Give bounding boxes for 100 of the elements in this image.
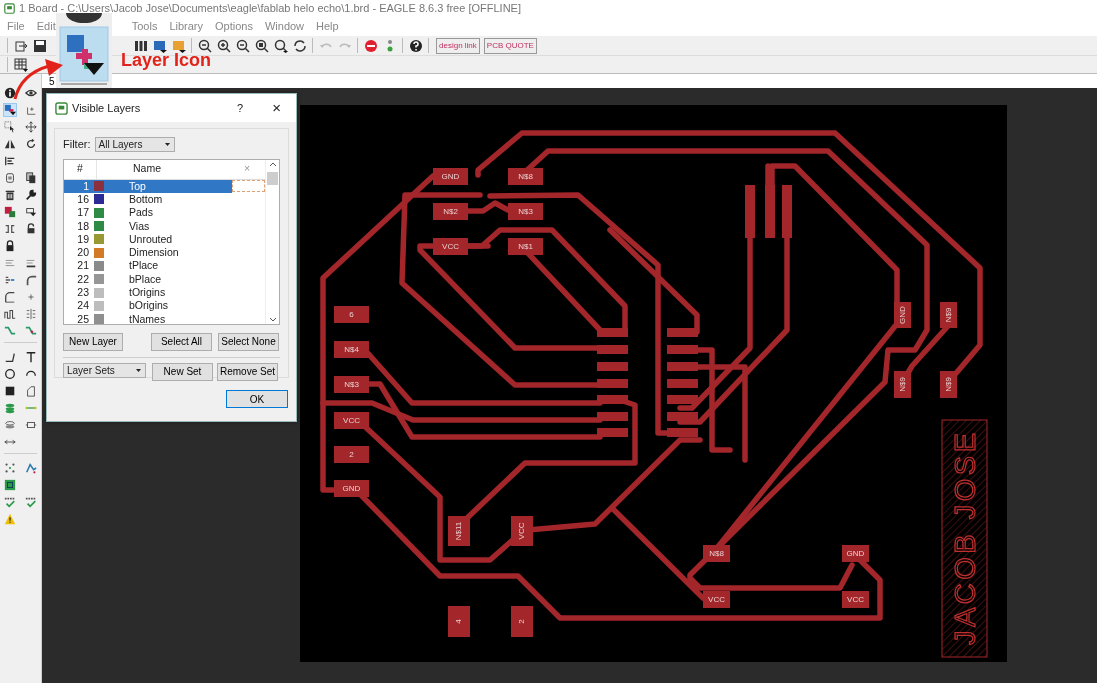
- erc-check-icon[interactable]: [24, 495, 37, 508]
- pad-label: VCC: [517, 522, 526, 540]
- zoom-fit-icon[interactable]: [197, 38, 212, 53]
- layer-row[interactable]: 21 tPlace: [64, 259, 265, 273]
- menu-item[interactable]: Help: [313, 18, 342, 35]
- info-icon[interactable]: [4, 86, 17, 99]
- layer-row[interactable]: 22 bPlace: [64, 272, 265, 286]
- replace-icon[interactable]: [4, 205, 17, 218]
- chip-icon[interactable]: [4, 478, 16, 491]
- close-button[interactable]: ×: [272, 96, 281, 120]
- filter-dropdown[interactable]: All Layers: [94, 136, 175, 152]
- layer-row[interactable]: 19 Unrouted: [64, 232, 265, 246]
- route-icon[interactable]: [24, 324, 37, 337]
- bend-icon[interactable]: [24, 273, 37, 286]
- scroll-down-icon[interactable]: [268, 315, 277, 324]
- pad: [597, 328, 628, 337]
- script-icon[interactable]: [152, 38, 167, 53]
- save-icon[interactable]: [32, 38, 47, 53]
- callout-label: Layer Icon: [121, 50, 212, 70]
- dialog-button[interactable]: Remove Set: [217, 362, 278, 381]
- wrench-icon[interactable]: [24, 188, 37, 201]
- rotate-icon[interactable]: [24, 137, 37, 150]
- zoom-out-icon[interactable]: [235, 38, 250, 53]
- layer-row[interactable]: 16 Bottom: [64, 192, 265, 207]
- pad: [597, 362, 628, 371]
- polygon-icon[interactable]: [24, 384, 37, 397]
- curve-icon[interactable]: [4, 290, 17, 303]
- ok-button[interactable]: OK: [226, 390, 288, 408]
- pad: [334, 376, 369, 393]
- pad: [667, 345, 698, 354]
- paste-icon[interactable]: [24, 171, 37, 184]
- ratsnest-icon[interactable]: [4, 461, 17, 474]
- trash-icon[interactable]: [4, 188, 17, 201]
- scrollbar-thumb[interactable]: [267, 171, 278, 185]
- zoom-area-icon[interactable]: [273, 38, 288, 53]
- hole-icon[interactable]: [4, 418, 17, 431]
- layer-number: 19: [76, 232, 90, 246]
- redraw-icon[interactable]: [292, 38, 307, 53]
- menu-item[interactable]: Edit: [33, 18, 59, 35]
- pad-label: GND: [846, 548, 865, 558]
- layer-row[interactable]: 25 tNames: [64, 312, 265, 326]
- menu-item[interactable]: Options: [212, 18, 256, 35]
- menu-item[interactable]: Tools: [128, 18, 161, 35]
- pad-label: N$1: [518, 241, 533, 251]
- pad: [782, 185, 792, 238]
- zoom-select-icon[interactable]: [254, 38, 269, 53]
- pad: [511, 606, 533, 637]
- copy-icon[interactable]: [4, 171, 17, 184]
- pad: [597, 412, 628, 421]
- pad-label: 4: [454, 619, 463, 624]
- dialog-button[interactable]: New Set: [152, 362, 213, 381]
- move-icon[interactable]: [24, 120, 37, 133]
- lock-icon[interactable]: [4, 239, 16, 252]
- meander-icon[interactable]: [4, 307, 17, 320]
- link-button[interactable]: PCB QUOTE: [483, 37, 537, 54]
- ulp-icon[interactable]: [171, 38, 186, 53]
- warning-icon[interactable]: [4, 512, 16, 525]
- scrollbar[interactable]: [265, 159, 279, 324]
- lines-icon[interactable]: [24, 307, 37, 320]
- dialog-button[interactable]: Select All: [151, 332, 212, 351]
- library-icon[interactable]: [133, 38, 148, 53]
- align-icon[interactable]: [4, 154, 16, 167]
- grid-icon[interactable]: [13, 57, 28, 72]
- help-icon[interactable]: [408, 38, 423, 53]
- pad: [940, 371, 957, 398]
- layers-icon[interactable]: [4, 103, 17, 116]
- open-icon[interactable]: [13, 38, 28, 53]
- circle-icon[interactable]: [4, 367, 17, 380]
- menu-item[interactable]: Window: [261, 18, 308, 35]
- menu-item[interactable]: Library: [166, 18, 206, 35]
- menu-item[interactable]: File: [4, 18, 28, 35]
- autorouter-icon[interactable]: [24, 461, 37, 474]
- help-button[interactable]: ?: [237, 99, 244, 117]
- caret-icon: [163, 140, 171, 148]
- pad: [448, 516, 470, 546]
- smash-icon[interactable]: [24, 205, 37, 218]
- stop-icon[interactable]: [363, 38, 378, 53]
- layer-sets-dropdown[interactable]: Layer Sets: [63, 362, 146, 378]
- split-icon[interactable]: [4, 222, 17, 235]
- layer-row[interactable]: 20 Dimension: [64, 246, 265, 260]
- link-button[interactable]: design link: [436, 37, 480, 54]
- dialog-button[interactable]: New Layer: [63, 332, 123, 351]
- pad: [334, 412, 369, 429]
- layer-row[interactable]: 18 Vias: [64, 219, 265, 233]
- erc-check-icon[interactable]: [4, 495, 17, 508]
- zoom-in-icon[interactable]: [216, 38, 231, 53]
- layer-row[interactable]: 23 tOrigins: [64, 285, 265, 300]
- rectangle-icon[interactable]: [4, 384, 17, 397]
- pad-label: GND: [342, 483, 361, 493]
- layer-row[interactable]: 17 Pads: [64, 206, 265, 220]
- dialog-button[interactable]: Select None: [218, 332, 279, 351]
- layer-number: 22: [76, 272, 90, 286]
- text-tool-icon[interactable]: [24, 350, 37, 363]
- pointer-icon[interactable]: [4, 120, 17, 133]
- via-icon[interactable]: [4, 401, 17, 414]
- pad-label: VCC: [442, 241, 459, 251]
- layer-name: Vias: [128, 219, 150, 233]
- layer-row[interactable]: 24 bOrigins: [64, 299, 265, 313]
- pad-label: N$8: [518, 171, 533, 181]
- route-icon[interactable]: [4, 324, 17, 337]
